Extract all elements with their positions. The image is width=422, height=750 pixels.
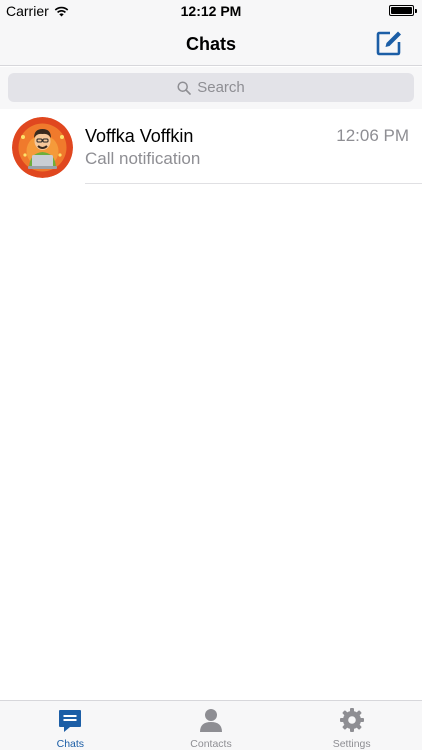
search-input[interactable]: Search: [8, 73, 414, 102]
tab-label: Chats: [56, 738, 85, 750]
status-bar: Carrier 12:12 PM: [0, 0, 422, 22]
status-clock: 12:12 PM: [180, 3, 242, 19]
row-divider: [85, 183, 422, 184]
search-placeholder: Search: [197, 79, 245, 96]
chat-bubble-icon: [59, 710, 82, 732]
chat-contact-name: Voffka Voffkin: [85, 126, 194, 146]
navigation-bar: Chats: [0, 22, 422, 66]
chat-timestamp: 12:06 PM: [336, 126, 409, 145]
search-icon: [177, 80, 192, 95]
tab-settings[interactable]: Settings: [281, 701, 422, 750]
tab-contacts[interactable]: Contacts: [141, 701, 282, 750]
person-icon: [200, 709, 222, 732]
tab-chats[interactable]: Chats: [0, 701, 141, 750]
chat-list-item[interactable]: Voffka Voffkin 12:06 PM Call notificatio…: [0, 112, 422, 184]
chat-last-message: Call notification: [85, 149, 201, 168]
gear-icon: [339, 708, 364, 732]
avatar: [12, 117, 73, 178]
tab-label: Contacts: [190, 738, 232, 750]
tab-label: Settings: [332, 738, 371, 750]
page-title: Chats: [185, 34, 236, 54]
compose-icon[interactable]: [374, 28, 404, 58]
search-bar-container: Search: [0, 67, 422, 109]
battery-icon: [389, 5, 417, 16]
tab-bar: Chats Contacts Settings: [0, 700, 422, 750]
